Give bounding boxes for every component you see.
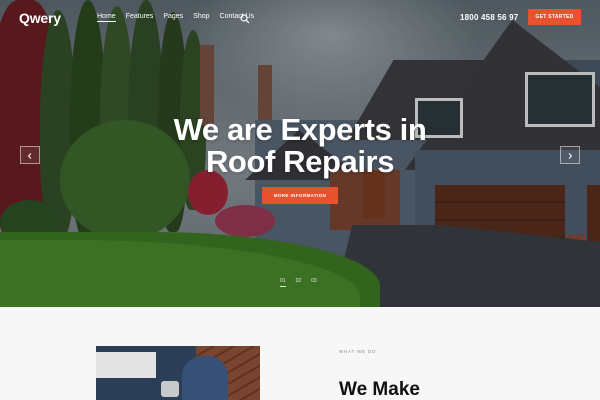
slider-dot-2[interactable]: 02 xyxy=(296,278,302,284)
hero-headline-line1: We are Experts in xyxy=(173,112,427,147)
slider-prev-button[interactable] xyxy=(20,146,40,164)
hero-slider: Qwery Home Features Pages Shop Contact U… xyxy=(0,0,600,307)
slider-pagination: 01 02 03 xyxy=(280,278,317,287)
nav-item-features[interactable]: Features xyxy=(126,13,154,22)
arrow-left-icon xyxy=(27,146,33,164)
arrow-right-icon xyxy=(567,146,573,164)
slider-dot-1[interactable]: 01 xyxy=(280,278,286,287)
site-header: Qwery Home Features Pages Shop Contact U… xyxy=(0,0,600,36)
search-icon[interactable] xyxy=(240,11,250,24)
hero-headline: We are Experts in Roof Repairs xyxy=(140,114,460,178)
more-information-button[interactable]: MORE INFORMATION xyxy=(262,187,338,204)
hero-headline-line2: Roof Repairs xyxy=(205,144,395,179)
section-eyebrow: WHAT WE DO xyxy=(339,349,377,354)
section-heading: We Make xyxy=(339,379,420,400)
slider-next-button[interactable] xyxy=(560,146,580,164)
main-nav: Home Features Pages Shop Contact Us xyxy=(97,13,254,22)
nav-item-pages[interactable]: Pages xyxy=(163,13,183,22)
what-we-do-section: WHAT WE DO We Make xyxy=(0,307,600,400)
roofer-sleeve xyxy=(96,352,156,378)
brand-logo[interactable]: Qwery xyxy=(19,10,61,26)
get-started-button[interactable]: GET STARTED xyxy=(528,9,581,25)
roofer-photo xyxy=(96,346,260,400)
roofer-jeans xyxy=(182,356,228,400)
nav-item-shop[interactable]: Shop xyxy=(193,13,209,22)
page: Qwery Home Features Pages Shop Contact U… xyxy=(0,0,600,400)
roofer-glove xyxy=(161,381,179,397)
nav-item-home[interactable]: Home xyxy=(97,13,116,22)
phone-number[interactable]: 1800 458 56 97 xyxy=(460,13,518,22)
slider-dot-3[interactable]: 03 xyxy=(311,278,317,284)
